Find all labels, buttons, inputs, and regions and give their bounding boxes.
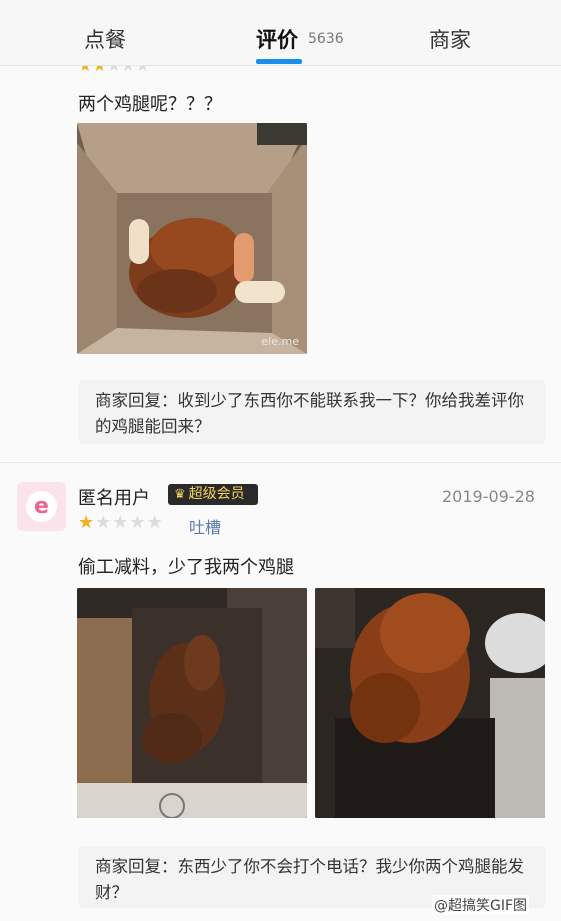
tab-order[interactable]: 点餐 (84, 24, 126, 54)
merchant-reply: 商家回复：收到少了东西你不能联系我一下？你给我差评你的鸡腿能回来？ (78, 380, 546, 444)
tab-review[interactable]: 评价 (256, 24, 298, 54)
review-count: 5636 (308, 31, 344, 47)
tab-merchant[interactable]: 商家 (429, 24, 471, 54)
crown-icon: ♛ (174, 487, 186, 502)
review-photo[interactable] (77, 588, 307, 818)
vip-badge: ♛ 超级会员 (168, 484, 258, 505)
tab-bar: 点餐 评价 5636 商家 (0, 0, 561, 66)
username: 匿名用户 (78, 488, 150, 509)
star-icon-filled: ★ (78, 512, 96, 533)
review-photo[interactable]: ele.me (77, 123, 307, 354)
review-divider (0, 462, 561, 463)
avatar[interactable]: e (17, 482, 66, 531)
dark-box-chicken-image (77, 588, 307, 818)
star-icon-empty: ★ (146, 512, 164, 533)
photo-watermark: ele.me (261, 335, 299, 348)
takeout-box-chicken-image (77, 123, 307, 354)
review-photo[interactable] (315, 588, 545, 818)
active-tab-indicator (256, 59, 302, 64)
vip-badge-label: 超级会员 (188, 486, 245, 502)
review-tag: 吐槽 (189, 518, 222, 537)
star-icon-empty: ★ (95, 512, 113, 533)
source-credit: @超搞笑GIF图 (432, 895, 530, 915)
eleme-logo-icon: e (26, 491, 57, 522)
star-rating: ★★★★★ (78, 513, 164, 533)
review-comment: 两个鸡腿呢？？？ (78, 94, 222, 115)
held-chicken-image (315, 588, 545, 818)
review-date: 2019-09-28 (442, 487, 535, 506)
review-comment: 偷工减料，少了我两个鸡腿 (78, 557, 294, 578)
star-icon-empty: ★ (112, 512, 130, 533)
star-icon-empty: ★ (129, 512, 147, 533)
